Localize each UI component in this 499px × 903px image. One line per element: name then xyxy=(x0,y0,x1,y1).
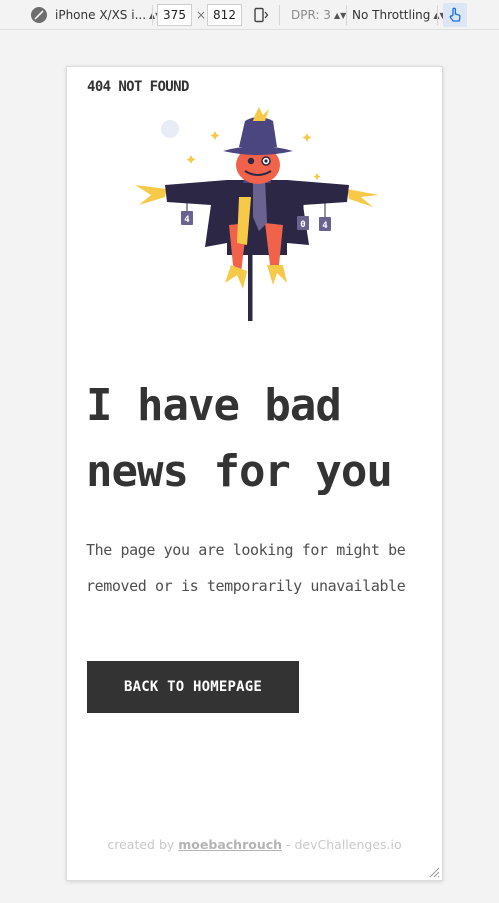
author-link[interactable]: moebachrouch xyxy=(178,837,282,852)
device-icon xyxy=(30,0,48,30)
sign-digit: 4 xyxy=(184,215,190,225)
device-select-label: iPhone X/XS i... xyxy=(55,8,147,22)
footer-prefix: created by xyxy=(107,837,175,852)
chevron-down-icon: ▲▼ xyxy=(333,10,347,20)
throttling-select[interactable]: No Throttling ▲▼ xyxy=(352,0,446,30)
divider xyxy=(346,5,347,25)
throttling-label: No Throttling xyxy=(352,8,431,22)
device-viewport: 404 NOT FOUND 4 0 4 I have bad news for … xyxy=(66,66,443,881)
rotate-icon[interactable] xyxy=(253,0,269,30)
resize-handle-icon[interactable] xyxy=(428,866,440,878)
footer-suffix: - devChallenges.io xyxy=(286,837,402,852)
divider xyxy=(279,5,280,25)
divider xyxy=(437,5,438,25)
height-input[interactable]: 812 xyxy=(207,4,242,26)
dimension-separator: × xyxy=(196,8,207,22)
device-select[interactable]: iPhone X/XS i... ▲▼ xyxy=(55,0,161,30)
page-description: The page you are looking for might be re… xyxy=(86,541,406,595)
scarecrow-illustration: 4 0 4 xyxy=(135,107,379,321)
brand-title: 404 NOT FOUND xyxy=(87,79,189,95)
dpr-select[interactable]: DPR: 3 ▲▼ xyxy=(291,0,346,30)
back-to-homepage-button[interactable]: BACK TO HOMEPAGE xyxy=(87,661,299,713)
width-input[interactable]: 375 xyxy=(157,4,192,26)
footer: created by moebachrouch - devChallenges.… xyxy=(67,837,442,852)
sign-digit: 0 xyxy=(300,220,305,230)
dpr-label: DPR: 3 xyxy=(291,8,331,22)
touch-icon[interactable] xyxy=(443,3,467,27)
sign-digit: 4 xyxy=(322,221,328,231)
page-headline: I have bad news for you xyxy=(86,380,393,497)
divider xyxy=(152,5,153,25)
device-toolbar: iPhone X/XS i... ▲▼ 375 × 812 DPR: 3 ▲▼ No… xyxy=(0,0,499,30)
